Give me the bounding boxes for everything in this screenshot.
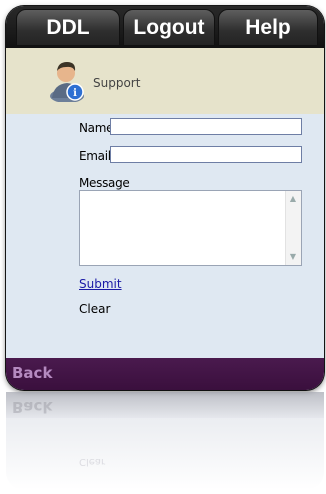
page-title: Support [93,76,141,90]
footer-bar [6,358,324,390]
email-field[interactable] [110,146,302,163]
tab-logout[interactable]: Logout [123,9,215,46]
message-box: ▲ ▼ [79,190,302,266]
back-button[interactable]: Back [12,364,52,382]
submit-link[interactable]: Submit [79,277,122,291]
message-scrollbar[interactable]: ▲ ▼ [285,191,301,265]
message-label: Message [79,176,130,190]
name-label: Name [79,121,114,135]
reflection-clear-text: Clear [79,456,106,467]
email-label: Email [79,149,111,163]
clear-button[interactable]: Clear [79,302,110,316]
scroll-up-icon[interactable]: ▲ [289,195,297,203]
reflection-back-text: Back [12,398,53,416]
support-user-icon: i [50,62,84,102]
reflection-footer-bar [6,392,324,418]
message-textarea[interactable] [80,191,285,265]
top-tab-bar: DDL Logout Help [6,6,324,48]
name-field[interactable] [110,118,302,135]
tab-help[interactable]: Help [218,9,318,46]
svg-text:i: i [73,88,77,99]
phone-reflection: Back Clear [6,392,324,490]
tab-ddl[interactable]: DDL [16,9,120,46]
phone-frame: DDL Logout Help i Support Name Email Mes… [6,6,324,390]
scroll-down-icon[interactable]: ▼ [289,253,297,261]
